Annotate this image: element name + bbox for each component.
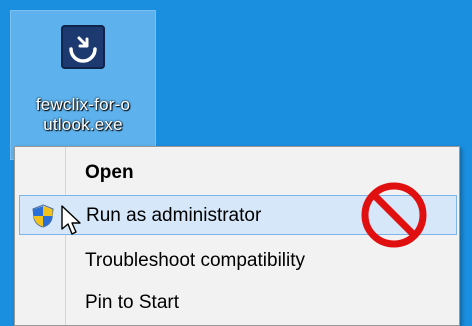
menu-item-label: Troubleshoot compatibility xyxy=(85,250,306,271)
menu-item-label: Run as administrator xyxy=(86,205,262,226)
no-entry-icon xyxy=(361,182,427,248)
app-icon xyxy=(61,25,105,69)
desktop[interactable]: fewclix-for-o utlook.exe Open Run as adm… xyxy=(0,0,472,326)
menu-item-label: Pin to Start xyxy=(85,292,179,313)
menu-item-label: Open xyxy=(85,162,134,183)
desktop-icon-fewclix[interactable]: fewclix-for-o utlook.exe xyxy=(10,10,156,160)
menu-item-pin-to-start[interactable]: Pin to Start xyxy=(19,283,457,323)
uac-shield-icon xyxy=(32,204,54,228)
arrow-cursor-icon xyxy=(61,205,81,235)
desktop-icon-label-line2: utlook.exe xyxy=(43,115,123,134)
desktop-icon-label-line1: fewclix-for-o xyxy=(35,95,131,114)
desktop-icon-label: fewclix-for-o utlook.exe xyxy=(11,95,155,135)
